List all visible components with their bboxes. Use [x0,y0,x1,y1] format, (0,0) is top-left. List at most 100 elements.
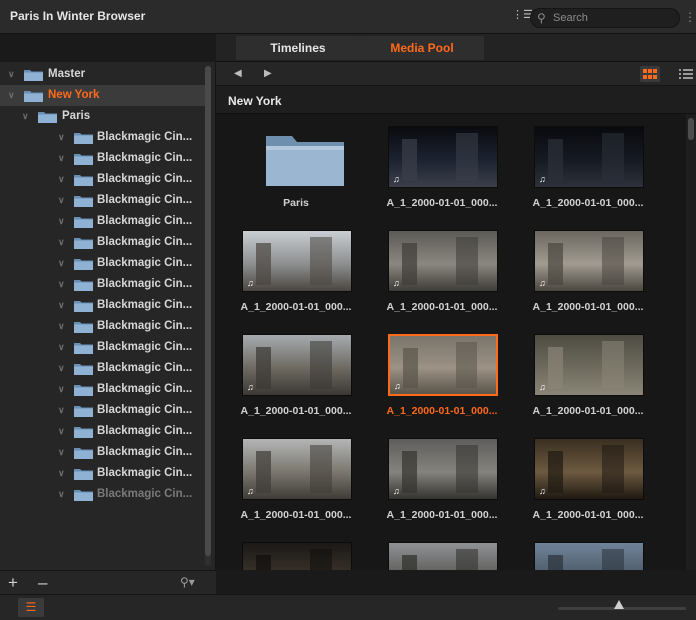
chevron-down-icon[interactable]: ∨ [58,363,65,374]
chevron-down-icon[interactable]: ∨ [58,279,65,290]
add-bin-button[interactable]: + [8,573,18,593]
media-clip-item[interactable]: ♫ A_1_2000-01-01_000... [226,222,366,326]
media-scrollbar[interactable] [686,114,696,570]
media-clip-item[interactable]: ♫ A_1_2000-01-01_000... [372,118,512,222]
chevron-down-icon[interactable]: ∨ [8,69,15,80]
clip-name: A_1_2000-01-01_000... [386,509,498,521]
media-clip-item[interactable]: ♫ A_1_2000-01-01_000... [226,326,366,430]
media-clip-item[interactable]: ♫ A_1_2000-01-01_000... [518,430,658,534]
tree-label: Blackmagic Cin... [97,446,193,458]
tree-label: Blackmagic Cin... [97,215,193,227]
tree-item-new-york[interactable]: ∨ New York [0,85,206,106]
chevron-down-icon[interactable]: ∨ [22,111,29,122]
forward-arrow-icon[interactable]: ▶ [264,68,272,79]
tree-item-paris[interactable]: ∨ Paris [0,106,206,127]
audio-note-icon: ♫ [393,486,400,496]
chevron-down-icon[interactable]: ∨ [58,405,65,416]
clip-thumbnail: ♫ [534,542,644,570]
search-box[interactable]: ⚲ [530,8,680,28]
media-clip-item[interactable]: ♫ [226,534,366,570]
audio-note-icon: ♫ [394,381,401,391]
tab-timelines[interactable]: Timelines [236,36,360,60]
chevron-down-icon[interactable]: ∨ [58,384,65,395]
chevron-down-icon[interactable]: ∨ [58,237,65,248]
metadata-toggle-icon[interactable]: ☰ [18,598,44,617]
tree-item-clip-bin[interactable]: ∨ Blackmagic Cin... [0,127,206,148]
back-arrow-icon[interactable]: ◀ [234,68,242,79]
chevron-down-icon[interactable]: ∨ [58,321,65,332]
list-view-button[interactable] [678,66,694,82]
folder-icon [74,280,93,291]
tree-item-clip-bin[interactable]: ∨ Blackmagic Cin... [0,379,206,400]
media-clip-item[interactable]: ♫ A_1_2000-01-01_000... [226,430,366,534]
tab-media-pool[interactable]: Media Pool [360,36,484,60]
tree-item-clip-bin[interactable]: ∨ Blackmagic Cin... [0,232,206,253]
scrollbar-thumb[interactable] [205,66,211,556]
clip-name: A_1_2000-01-01_000... [240,301,352,313]
tree-item-clip-bin[interactable]: ∨ Blackmagic Cin... [0,253,206,274]
remove-bin-button[interactable]: – [38,573,47,593]
clip-thumbnail: ♫ [534,334,644,396]
tree-item-clip-bin[interactable]: ∨ Blackmagic Cin... [0,400,206,421]
chevron-down-icon[interactable]: ∨ [58,426,65,437]
tree-label: Blackmagic Cin... [97,341,193,353]
chevron-down-icon[interactable]: ∨ [58,447,65,458]
tree-label: Blackmagic Cin... [97,383,193,395]
tree-item-clip-bin[interactable]: ∨ Blackmagic Cin... [0,211,206,232]
tree-item-clip-bin[interactable]: ∨ Blackmagic Cin... [0,169,206,190]
media-clip-item[interactable]: ♫ [372,534,512,570]
chevron-down-icon[interactable]: ∨ [58,174,65,185]
folder-icon [74,364,93,375]
tree-item-clip-bin[interactable]: ∨ Blackmagic Cin... [0,316,206,337]
tree-item-clip-bin[interactable]: ∨ Blackmagic Cin... [0,148,206,169]
clip-name: A_1_2000-01-01_000... [386,405,498,417]
tree-label: Paris [62,110,91,122]
tree-item-clip-bin[interactable]: ∨ Blackmagic Cin... [0,337,206,358]
search-icon: ⚲ [537,11,546,25]
status-bar-left: ☰ [0,594,216,620]
chevron-down-icon[interactable]: ∨ [58,216,65,227]
media-clip-item[interactable]: ♫ [518,534,658,570]
media-clip-item[interactable]: ♫ A_1_2000-01-01_000... [518,222,658,326]
tree-item-clip-bin[interactable]: ∨ Blackmagic Cin... [0,295,206,316]
media-clip-item[interactable]: ♫ A_1_2000-01-01_000... [518,118,658,222]
tree-item-clip-bin[interactable]: ∨ Blackmagic Cin... [0,358,206,379]
chevron-down-icon[interactable]: ∨ [58,153,65,164]
tree-label: Blackmagic Cin... [97,236,193,248]
tree-item-clip-bin[interactable]: ∨ Blackmagic Cin... [0,190,206,211]
clip-thumbnail: ♫ [242,230,352,292]
media-clip-item[interactable]: ♫ A_1_2000-01-01_000... [518,326,658,430]
zoom-slider-handle[interactable] [614,600,625,609]
media-clip-item[interactable]: ♫ A_1_2000-01-01_000... [372,430,512,534]
tree-item-clip-bin[interactable]: ∨ Blackmagic Cin... [0,421,206,442]
chevron-down-icon[interactable]: ∨ [58,132,65,143]
media-clip-item[interactable]: ♫ A_1_2000-01-01_000... [372,326,512,430]
tree-item-clip-bin[interactable]: ∨ Blackmagic Cin... [0,463,206,484]
folder-icon [74,133,93,144]
nav-bar: ◀ ▶ [216,62,696,86]
tree-item-master[interactable]: ∨ Master [0,64,206,85]
audio-note-icon: ♫ [393,278,400,288]
sidebar-scrollbar[interactable] [205,66,211,566]
chevron-down-icon[interactable]: ∨ [58,342,65,353]
tree-item-clip-bin[interactable]: ∨ Blackmagic Cin... [0,274,206,295]
tree-item-clip-bin[interactable]: ∨ Blackmagic Cin... [0,442,206,463]
options-menu-icon[interactable]: ⋮ [684,10,696,24]
chevron-down-icon[interactable]: ∨ [58,258,65,269]
chevron-down-icon[interactable]: ∨ [58,468,65,479]
tree-item-clip-bin[interactable]: ∨ Blackmagic Cin... [0,484,206,505]
scrollbar-thumb[interactable] [688,118,694,140]
media-clip-item[interactable]: ♫ A_1_2000-01-01_000... [372,222,512,326]
chevron-down-icon[interactable]: ∨ [58,489,65,500]
chevron-down-icon[interactable]: ∨ [58,195,65,206]
path-bar: New York [216,86,696,114]
search-input[interactable] [553,11,673,25]
chevron-down-icon[interactable]: ∨ [58,300,65,311]
thumbnail-view-button[interactable] [640,66,660,82]
clip-name: A_1_2000-01-01_000... [240,405,352,417]
search-options-icon[interactable]: ⚲▾ [180,575,195,589]
window-title: Paris In Winter Browser [10,9,146,23]
bin-folder-item[interactable]: Paris [226,118,366,222]
clip-thumbnail: ♫ [388,438,498,500]
chevron-down-icon[interactable]: ∨ [8,90,15,101]
